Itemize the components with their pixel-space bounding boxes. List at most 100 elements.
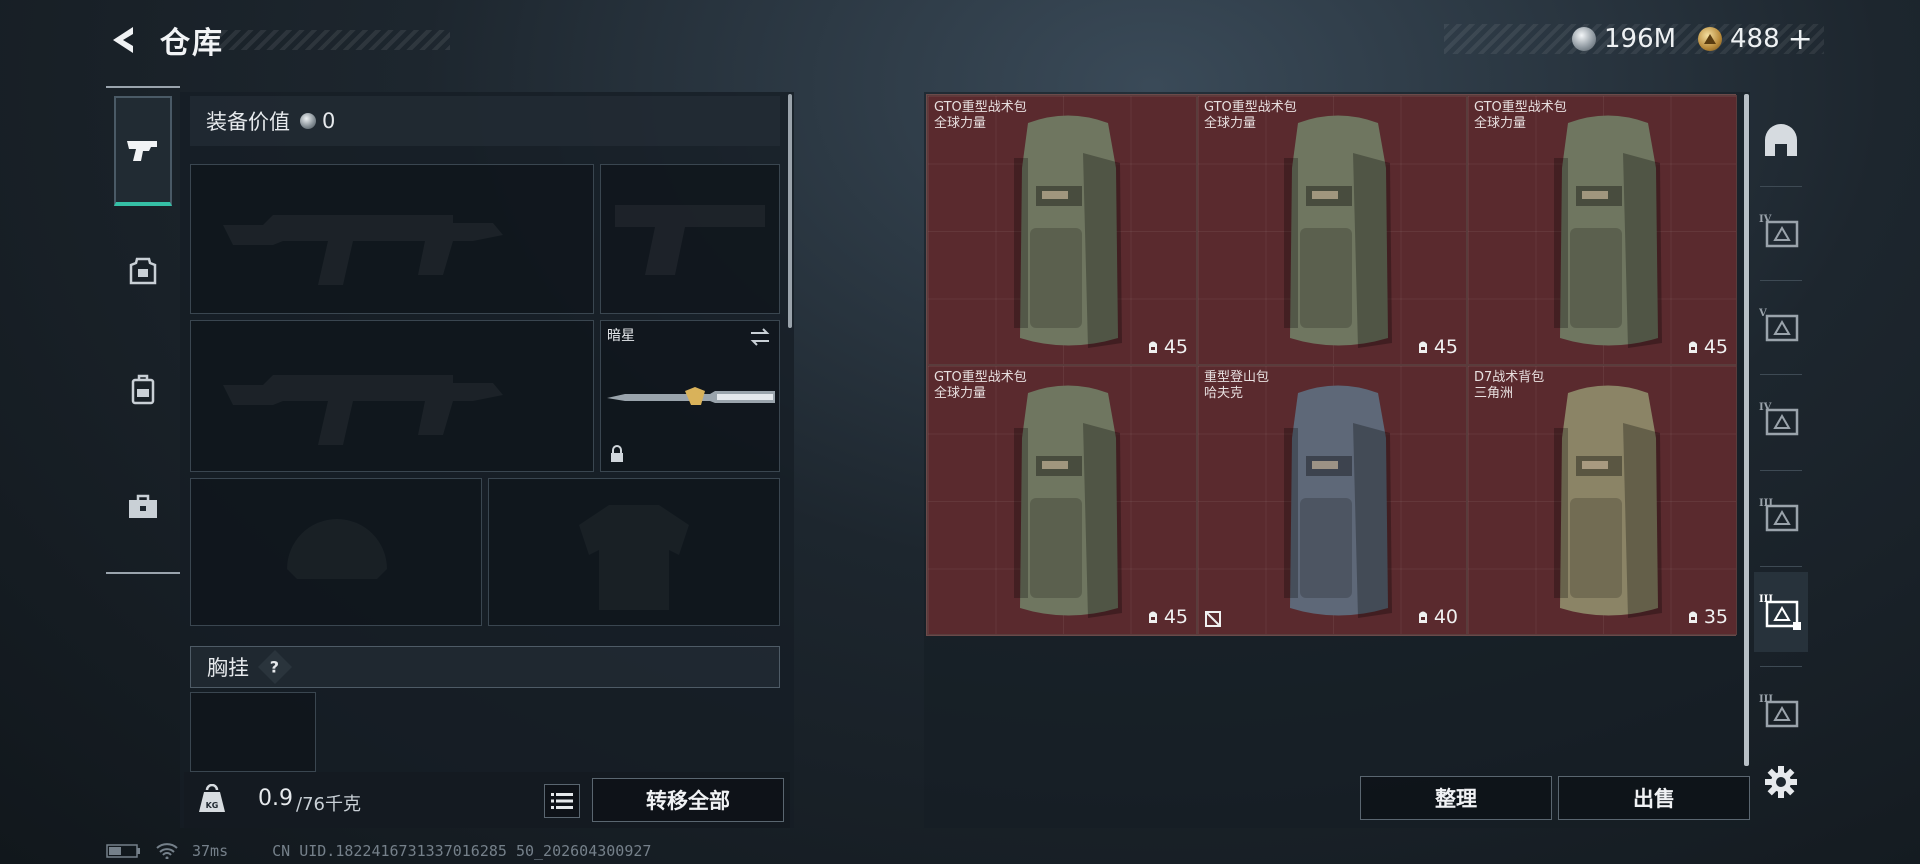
battery-icon xyxy=(106,844,140,858)
tab-weapons[interactable] xyxy=(114,96,172,206)
tier-iii-backpack-selected-icon: III xyxy=(1759,594,1801,630)
backpack-item-icon xyxy=(1284,385,1392,618)
item-name: D7战术背包 三角洲 xyxy=(1474,370,1545,401)
swap-icon[interactable] xyxy=(749,327,771,347)
filter-helmet-filter[interactable] xyxy=(1754,100,1808,180)
item-name: 重型登山包 哈夫克 xyxy=(1204,370,1270,401)
item-durability: 40 xyxy=(1416,606,1458,628)
currency-gold-value: 488 xyxy=(1730,24,1780,54)
backpack-capacity-icon xyxy=(1148,611,1157,623)
rifle-silhouette-icon xyxy=(223,215,503,285)
backpack-capacity-icon xyxy=(1688,611,1697,623)
item-durability: 45 xyxy=(1416,336,1458,358)
helmet-slot[interactable] xyxy=(190,478,482,626)
backpack-capacity-icon xyxy=(1688,341,1697,353)
item-name: GTO重型战术包 全球力量 xyxy=(1204,100,1297,131)
filter-tier-iii-backpack-selected[interactable]: III xyxy=(1754,572,1808,652)
loadout-tab-rail xyxy=(106,86,180,574)
item-durability: 45 xyxy=(1686,336,1728,358)
weight-bar: KG 0.9 /76千克 转移全部 xyxy=(184,772,790,828)
backpack-capacity-icon xyxy=(1418,341,1427,353)
filter-tier-iv-rig[interactable]: IV xyxy=(1754,380,1808,460)
currency-gold[interactable]: 488 + xyxy=(1698,22,1813,57)
help-icon[interactable]: ? xyxy=(258,650,292,684)
sell-button[interactable]: 出售 xyxy=(1558,776,1750,820)
ping: 37ms xyxy=(192,842,229,860)
toolbox-icon xyxy=(129,494,157,518)
currency-silver-value: 196M xyxy=(1604,24,1677,54)
primary-weapon-slot[interactable] xyxy=(190,164,594,314)
inventory-item[interactable]: 重型登山包 哈夫克 40 xyxy=(1197,365,1467,635)
svg-text:IV: IV xyxy=(1759,402,1772,413)
item-durability: 35 xyxy=(1686,606,1728,628)
chest-rig-label: 胸挂 xyxy=(207,656,249,680)
settings-button[interactable] xyxy=(1754,744,1808,820)
filter-tier-iii-backpack[interactable]: III xyxy=(1754,476,1808,556)
silver-coin-icon xyxy=(300,113,316,129)
gold-triangle-coin-icon xyxy=(1698,27,1722,51)
item-name: GTO重型战术包 全球力量 xyxy=(1474,100,1567,131)
sort-button[interactable]: 整理 xyxy=(1360,776,1552,820)
tier-iii-backpack-icon: III xyxy=(1759,498,1799,532)
inventory-item[interactable]: GTO重型战术包 全球力量 45 xyxy=(1467,95,1737,365)
tab-toolbox[interactable] xyxy=(114,452,172,562)
title-decoration xyxy=(210,30,450,50)
inventory-actions: 整理 出售 xyxy=(926,772,1750,828)
filter-tier-iii-misc[interactable]: III xyxy=(1754,672,1808,752)
secondary-weapon-slot[interactable] xyxy=(190,320,594,472)
filter-separator xyxy=(1760,566,1802,567)
backpack-capacity-icon xyxy=(1418,611,1427,623)
loadout-scrollbar[interactable] xyxy=(788,94,792,328)
backpack-capacity-icon xyxy=(1148,341,1157,353)
helmet-silhouette-icon xyxy=(287,519,387,579)
uid-text: CN UID.1822416731337016285 50_2026043009… xyxy=(272,842,652,860)
equip-value-header: 装备价值 0 xyxy=(190,96,780,146)
body-armor-slot[interactable] xyxy=(488,478,780,626)
wifi-icon xyxy=(156,843,178,859)
status-bar: 37ms CN UID.1822416731337016285 50_20260… xyxy=(106,842,651,860)
transfer-all-button[interactable]: 转移全部 xyxy=(592,778,784,822)
item-durability: 45 xyxy=(1146,336,1188,358)
filter-separator xyxy=(1760,374,1802,375)
equip-value: 0 xyxy=(322,109,336,133)
inventory-scrollbar[interactable] xyxy=(1744,94,1749,766)
currency-silver: 196M xyxy=(1572,22,1676,56)
backpack-icon xyxy=(131,374,155,405)
inventory-item[interactable]: GTO重型战术包 全球力量 45 xyxy=(927,95,1197,365)
inventory-grid: GTO重型战术包 全球力量 45 GTO重型战术包 全球力量 45 GTO重型战术包 全球力量… xyxy=(926,94,1737,636)
weight-current: 0.9 xyxy=(258,786,293,811)
tier-iii-misc-icon: III xyxy=(1759,694,1799,728)
chest-rig-header: 胸挂 ? xyxy=(190,646,780,688)
backpack-item-icon xyxy=(1554,115,1662,348)
chest-rig-slot[interactable] xyxy=(190,692,316,772)
back-button[interactable] xyxy=(104,20,144,60)
backpack-item-icon xyxy=(1284,115,1392,348)
backpack-item-icon xyxy=(1014,115,1122,348)
list-view-button[interactable] xyxy=(544,784,580,818)
filter-separator xyxy=(1760,666,1802,667)
inventory-item[interactable]: D7战术背包 三角洲 35 xyxy=(1467,365,1737,635)
backpack-item-icon xyxy=(1554,385,1662,618)
tab-backpack[interactable] xyxy=(114,334,172,444)
knife-icon xyxy=(607,387,775,405)
pistol-silhouette-icon xyxy=(615,205,765,275)
vest-silhouette-icon xyxy=(579,505,689,610)
backpack-item-icon xyxy=(1014,385,1122,618)
back-arrow-icon xyxy=(113,27,133,53)
svg-text:IV: IV xyxy=(1759,214,1772,225)
filter-tier-v-chest-rig[interactable]: V xyxy=(1754,286,1808,366)
filter-tier-iv-chest-rig[interactable]: IV xyxy=(1754,192,1808,272)
item-name: GTO重型战术包 全球力量 xyxy=(934,100,1027,131)
svg-text:KG: KG xyxy=(206,801,219,810)
melee-slot[interactable]: 暗星 xyxy=(600,320,780,472)
inventory-item[interactable]: GTO重型战术包 全球力量 45 xyxy=(927,365,1197,635)
no-trade-icon xyxy=(1205,611,1221,627)
sidearm-slot[interactable] xyxy=(600,164,780,314)
filter-separator xyxy=(1760,280,1802,281)
add-currency-button[interactable]: + xyxy=(1788,22,1813,57)
tier-iv-rig-icon: IV xyxy=(1759,402,1799,436)
tab-armor[interactable] xyxy=(114,216,172,326)
inventory-item[interactable]: GTO重型战术包 全球力量 45 xyxy=(1197,95,1467,365)
item-name: GTO重型战术包 全球力量 xyxy=(934,370,1027,401)
weight-icon: KG xyxy=(199,784,225,812)
